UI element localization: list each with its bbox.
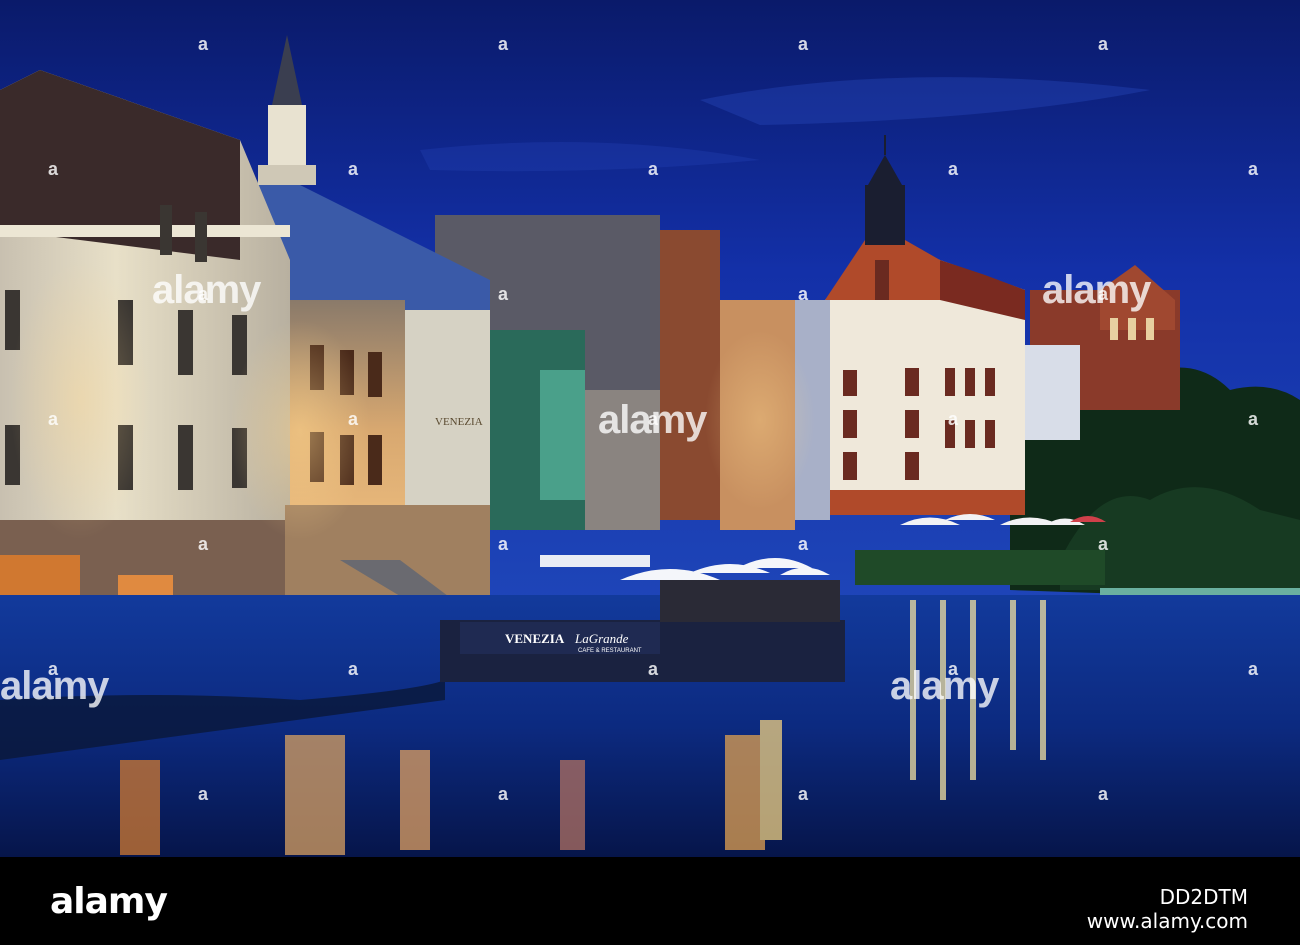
footer-logo: alamy: [50, 881, 168, 922]
light-glow: [10, 260, 150, 540]
footer-bar: alamy DD2DTM www.alamy.com: [0, 857, 1300, 945]
stock-photo: VENEZIA LaGrande CAFE & RESTAURANT VENEZ…: [0, 0, 1300, 945]
grey-lower: [585, 390, 660, 530]
river-townscape-photo: VENEZIA LaGrande CAFE & RESTAURANT VENEZ…: [0, 0, 1300, 857]
hedge: [855, 550, 1105, 585]
lagrande-banner-subtitle: CAFE & RESTAURANT: [578, 648, 642, 654]
lagrande-banner-sign: LaGrande: [574, 631, 629, 646]
image-id: DD2DTM: [1159, 885, 1248, 909]
light-glow: [705, 330, 815, 510]
venezia-banner-sign: VENEZIA: [505, 631, 565, 646]
white-building: [1025, 345, 1080, 440]
venezia-facade-sign: VENEZIA: [435, 416, 483, 428]
footer-info: DD2DTM www.alamy.com: [1087, 885, 1248, 933]
light-glow: [230, 320, 370, 540]
site-url: www.alamy.com: [1086, 909, 1248, 933]
green-glass: [540, 370, 585, 500]
